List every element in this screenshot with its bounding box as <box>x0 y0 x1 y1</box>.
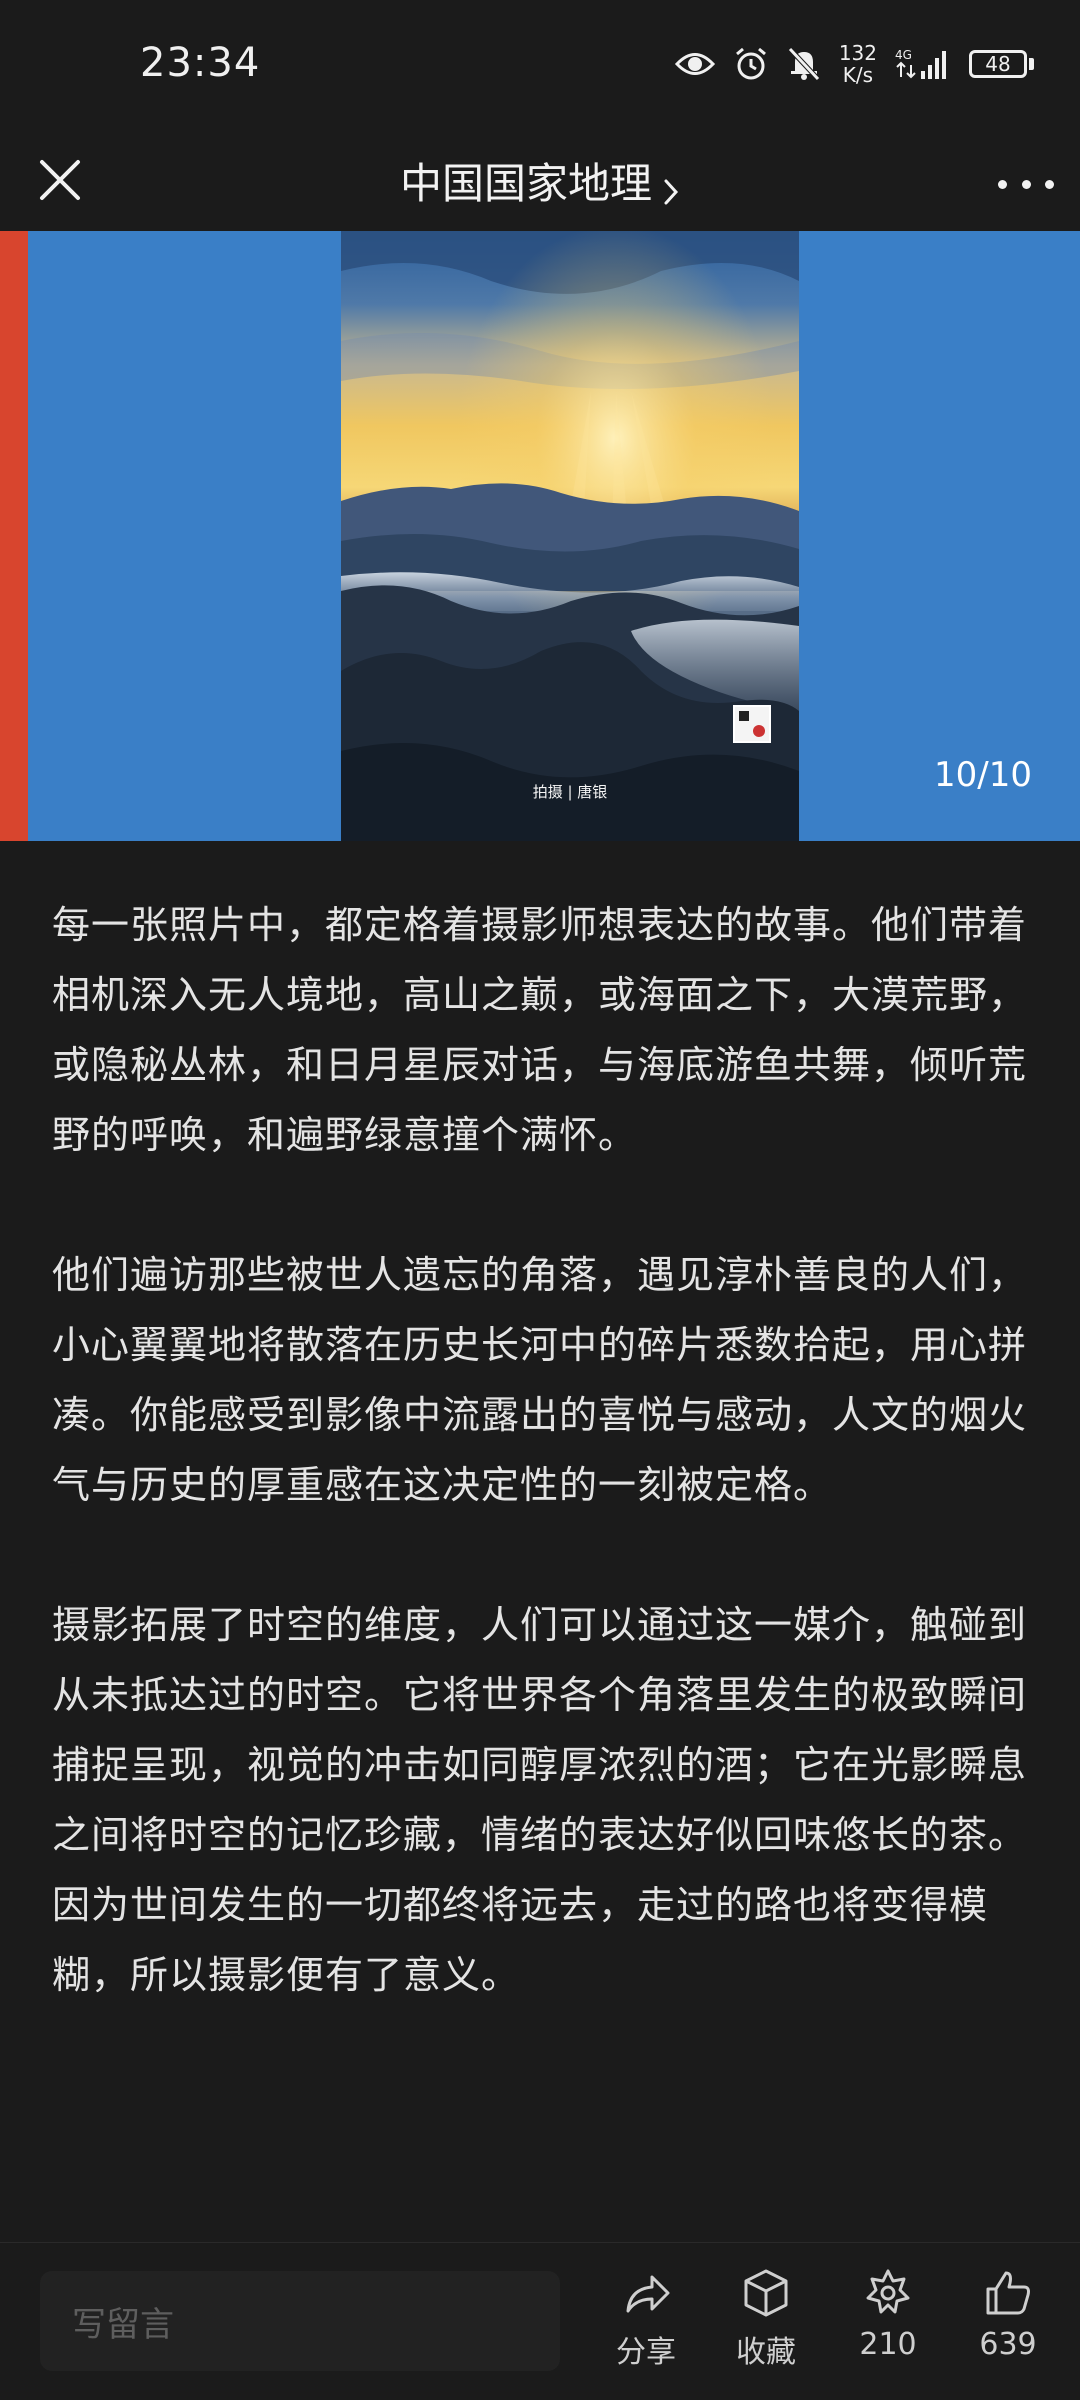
share-label: 分享 <box>616 2335 676 2370</box>
like-count: 639 <box>979 2327 1037 2362</box>
box-icon <box>744 2269 788 2317</box>
status-icons: 132 K/s 4G 48 <box>674 36 1034 92</box>
photo-credit: 拍摄 | 唐银 <box>532 783 608 801</box>
image-carousel[interactable]: 拍摄 | 唐银 10/10 <box>0 231 1080 841</box>
alarm-icon <box>733 46 769 82</box>
collect-button[interactable]: 收藏 <box>716 2265 816 2371</box>
bottom-action-bar: 写留言 分享 收藏 210 639 <box>0 2243 1080 2400</box>
more-dots-icon <box>998 179 1007 189</box>
thumbs-up-icon <box>986 2271 1030 2315</box>
comment-input[interactable]: 写留言 <box>40 2271 560 2371</box>
signal-icon: 4G <box>895 47 951 81</box>
mute-bell-icon <box>787 46 821 82</box>
flower-star-icon <box>866 2269 910 2314</box>
chevron-right-icon <box>662 177 680 211</box>
collect-label: 收藏 <box>736 2335 796 2370</box>
page-title: 中国国家地理 <box>399 159 652 208</box>
status-time: 23:34 <box>140 40 261 86</box>
share-button[interactable]: 分享 <box>596 2265 696 2371</box>
article-paragraph: 摄影拓展了时空的维度，人们可以通过这一媒介，触碰到从未抵达过的时空。它将世界各个… <box>52 1603 1028 1997</box>
article-body: 每一张照片中，都定格着摄影师想表达的故事。他们带着相机深入无人境地，高山之巅，或… <box>52 890 1042 2010</box>
landscape-photo[interactable]: 拍摄 | 唐银 <box>341 231 799 841</box>
like-button[interactable]: 639 <box>958 2265 1058 2362</box>
svg-text:4G: 4G <box>895 48 912 62</box>
more-options-button[interactable] <box>998 156 1054 212</box>
network-speed: 132 K/s <box>838 41 877 87</box>
star-count: 210 <box>859 2327 917 2362</box>
battery-icon: 48 <box>969 50 1034 78</box>
title-bar: 中国国家地理 <box>0 130 1080 230</box>
status-bar: 23:34 132 K/s 4G 48 <box>0 0 1080 130</box>
article-paragraph: 他们遍访那些被世人遗忘的角落，遇见淳朴善良的人们，小心翼翼地将散落在历史长河中的… <box>52 1253 1028 1507</box>
article-paragraph: 每一张照片中，都定格着摄影师想表达的故事。他们带着相机深入无人境地，高山之巅，或… <box>52 903 1028 1157</box>
eye-icon <box>674 49 715 79</box>
share-icon <box>626 2275 670 2313</box>
page-counter: 10/10 <box>934 755 1032 795</box>
previous-slide-edge[interactable] <box>0 231 28 841</box>
star-button[interactable]: 210 <box>838 2265 938 2362</box>
qr-code-icon <box>733 705 771 743</box>
account-title-link[interactable]: 中国国家地理 <box>0 150 1080 211</box>
